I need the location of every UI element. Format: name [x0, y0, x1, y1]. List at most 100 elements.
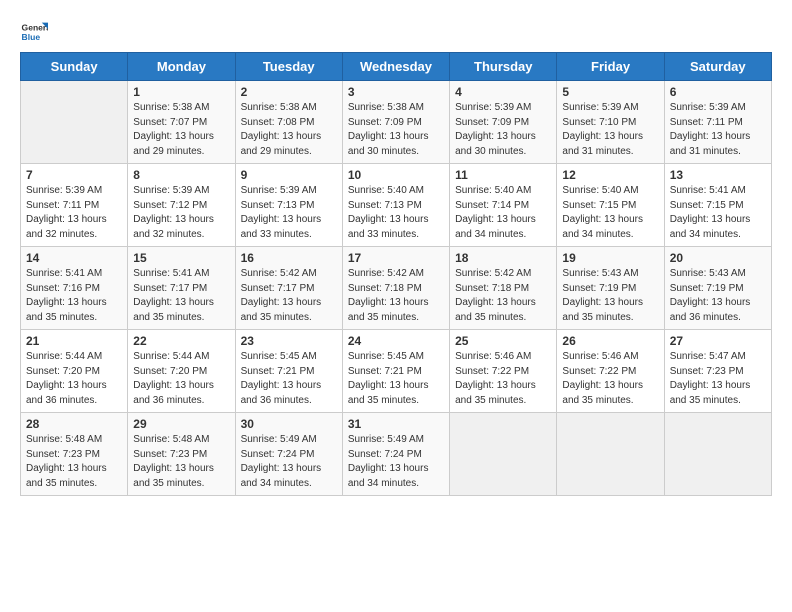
cell-info: Sunrise: 5:40 AMSunset: 7:15 PMDaylight:…	[562, 184, 658, 242]
day-cell: 28 Sunrise: 5:48 AMSunset: 7:23 PMDayligh…	[21, 413, 128, 496]
day-cell: 3 Sunrise: 5:38 AMSunset: 7:09 PMDaylight…	[342, 81, 449, 164]
day-number: 11	[455, 168, 551, 182]
day-cell: 23 Sunrise: 5:45 AMSunset: 7:21 PMDayligh…	[235, 330, 342, 413]
day-number: 3	[348, 85, 444, 99]
day-cell: 8 Sunrise: 5:39 AMSunset: 7:12 PMDaylight…	[128, 164, 235, 247]
day-cell	[450, 413, 557, 496]
cell-info: Sunrise: 5:39 AMSunset: 7:11 PMDaylight:…	[670, 101, 766, 159]
day-cell: 14Sunrise: 5:41 AMSunset: 7:16 PMDayligh…	[21, 247, 128, 330]
day-number: 17	[348, 251, 444, 265]
day-header-wednesday: Wednesday	[342, 53, 449, 81]
day-header-saturday: Saturday	[664, 53, 771, 81]
day-cell: 19Sunrise: 5:43 AMSunset: 7:19 PMDayligh…	[557, 247, 664, 330]
day-cell: 13 Sunrise: 5:41 AMSunset: 7:15 PMDayligh…	[664, 164, 771, 247]
day-cell: 20 Sunrise: 5:43 AMSunset: 7:19 PMDayligh…	[664, 247, 771, 330]
cell-info: Sunrise: 5:38 AMSunset: 7:08 PMDaylight:…	[241, 101, 337, 159]
day-number: 12	[562, 168, 658, 182]
day-number: 19	[562, 251, 658, 265]
cell-info: Sunrise: 5:49 AMSunset: 7:24 PMDaylight:…	[348, 433, 444, 491]
svg-text:Blue: Blue	[22, 32, 41, 42]
day-cell: 26Sunrise: 5:46 AMSunset: 7:22 PMDayligh…	[557, 330, 664, 413]
day-header-monday: Monday	[128, 53, 235, 81]
day-number: 20	[670, 251, 766, 265]
week-row-4: 21 Sunrise: 5:44 AMSunset: 7:20 PMDayligh…	[21, 330, 772, 413]
cell-info: Sunrise: 5:39 AMSunset: 7:13 PMDaylight:…	[241, 184, 337, 242]
day-number: 31	[348, 417, 444, 431]
cell-info: Sunrise: 5:39 AMSunset: 7:12 PMDaylight:…	[133, 184, 229, 242]
week-row-5: 28 Sunrise: 5:48 AMSunset: 7:23 PMDayligh…	[21, 413, 772, 496]
day-number: 10	[348, 168, 444, 182]
logo: General Blue	[20, 18, 50, 46]
cell-info: Sunrise: 5:49 AMSunset: 7:24 PMDaylight:…	[241, 433, 337, 491]
day-number: 21	[26, 334, 122, 348]
day-cell: 1Sunrise: 5:38 AMSunset: 7:07 PMDaylight…	[128, 81, 235, 164]
day-cell: 10Sunrise: 5:40 AMSunset: 7:13 PMDayligh…	[342, 164, 449, 247]
day-cell: 7 Sunrise: 5:39 AMSunset: 7:11 PMDaylight…	[21, 164, 128, 247]
header: General Blue	[20, 10, 772, 46]
day-cell: 17 Sunrise: 5:42 AMSunset: 7:18 PMDayligh…	[342, 247, 449, 330]
day-number: 24	[348, 334, 444, 348]
cell-info: Sunrise: 5:38 AMSunset: 7:09 PMDaylight:…	[348, 101, 444, 159]
day-number: 16	[241, 251, 337, 265]
cell-info: Sunrise: 5:44 AMSunset: 7:20 PMDaylight:…	[133, 350, 229, 408]
cell-info: Sunrise: 5:44 AMSunset: 7:20 PMDaylight:…	[26, 350, 122, 408]
day-header-friday: Friday	[557, 53, 664, 81]
cell-info: Sunrise: 5:41 AMSunset: 7:16 PMDaylight:…	[26, 267, 122, 325]
day-cell	[557, 413, 664, 496]
day-cell: 22 Sunrise: 5:44 AMSunset: 7:20 PMDayligh…	[128, 330, 235, 413]
cell-info: Sunrise: 5:46 AMSunset: 7:22 PMDaylight:…	[455, 350, 551, 408]
day-number: 22	[133, 334, 229, 348]
day-cell: 11Sunrise: 5:40 AMSunset: 7:14 PMDayligh…	[450, 164, 557, 247]
day-number: 23	[241, 334, 337, 348]
cell-info: Sunrise: 5:47 AMSunset: 7:23 PMDaylight:…	[670, 350, 766, 408]
day-cell: 9 Sunrise: 5:39 AMSunset: 7:13 PMDaylight…	[235, 164, 342, 247]
day-cell: 2 Sunrise: 5:38 AMSunset: 7:08 PMDaylight…	[235, 81, 342, 164]
day-number: 9	[241, 168, 337, 182]
day-number: 29	[133, 417, 229, 431]
day-cell: 15Sunrise: 5:41 AMSunset: 7:17 PMDayligh…	[128, 247, 235, 330]
cell-info: Sunrise: 5:39 AMSunset: 7:10 PMDaylight:…	[562, 101, 658, 159]
cell-info: Sunrise: 5:41 AMSunset: 7:15 PMDaylight:…	[670, 184, 766, 242]
cell-info: Sunrise: 5:46 AMSunset: 7:22 PMDaylight:…	[562, 350, 658, 408]
cell-info: Sunrise: 5:42 AMSunset: 7:18 PMDaylight:…	[348, 267, 444, 325]
day-cell: 18Sunrise: 5:42 AMSunset: 7:18 PMDayligh…	[450, 247, 557, 330]
calendar-body: 1Sunrise: 5:38 AMSunset: 7:07 PMDaylight…	[21, 81, 772, 496]
day-cell	[21, 81, 128, 164]
cell-info: Sunrise: 5:42 AMSunset: 7:18 PMDaylight:…	[455, 267, 551, 325]
cell-info: Sunrise: 5:42 AMSunset: 7:17 PMDaylight:…	[241, 267, 337, 325]
calendar-table: SundayMondayTuesdayWednesdayThursdayFrid…	[20, 52, 772, 496]
day-number: 7	[26, 168, 122, 182]
day-header-tuesday: Tuesday	[235, 53, 342, 81]
cell-info: Sunrise: 5:45 AMSunset: 7:21 PMDaylight:…	[348, 350, 444, 408]
day-number: 2	[241, 85, 337, 99]
day-number: 28	[26, 417, 122, 431]
day-number: 15	[133, 251, 229, 265]
cell-info: Sunrise: 5:39 AMSunset: 7:09 PMDaylight:…	[455, 101, 551, 159]
day-number: 4	[455, 85, 551, 99]
week-row-2: 7 Sunrise: 5:39 AMSunset: 7:11 PMDaylight…	[21, 164, 772, 247]
day-cell: 25 Sunrise: 5:46 AMSunset: 7:22 PMDayligh…	[450, 330, 557, 413]
day-number: 13	[670, 168, 766, 182]
day-number: 30	[241, 417, 337, 431]
day-number: 8	[133, 168, 229, 182]
cell-info: Sunrise: 5:43 AMSunset: 7:19 PMDaylight:…	[670, 267, 766, 325]
day-number: 25	[455, 334, 551, 348]
day-cell: 16 Sunrise: 5:42 AMSunset: 7:17 PMDayligh…	[235, 247, 342, 330]
day-cell: 30 Sunrise: 5:49 AMSunset: 7:24 PMDayligh…	[235, 413, 342, 496]
day-cell: 27 Sunrise: 5:47 AMSunset: 7:23 PMDayligh…	[664, 330, 771, 413]
day-cell: 31 Sunrise: 5:49 AMSunset: 7:24 PMDayligh…	[342, 413, 449, 496]
cell-info: Sunrise: 5:39 AMSunset: 7:11 PMDaylight:…	[26, 184, 122, 242]
day-cell: 21 Sunrise: 5:44 AMSunset: 7:20 PMDayligh…	[21, 330, 128, 413]
day-number: 1	[133, 85, 229, 99]
day-cell: 5Sunrise: 5:39 AMSunset: 7:10 PMDaylight…	[557, 81, 664, 164]
day-cell: 24 Sunrise: 5:45 AMSunset: 7:21 PMDayligh…	[342, 330, 449, 413]
cell-info: Sunrise: 5:48 AMSunset: 7:23 PMDaylight:…	[26, 433, 122, 491]
cell-info: Sunrise: 5:45 AMSunset: 7:21 PMDaylight:…	[241, 350, 337, 408]
week-row-1: 1Sunrise: 5:38 AMSunset: 7:07 PMDaylight…	[21, 81, 772, 164]
day-header-thursday: Thursday	[450, 53, 557, 81]
logo-icon: General Blue	[20, 18, 48, 46]
cell-info: Sunrise: 5:48 AMSunset: 7:23 PMDaylight:…	[133, 433, 229, 491]
day-cell: 6Sunrise: 5:39 AMSunset: 7:11 PMDaylight…	[664, 81, 771, 164]
day-number: 27	[670, 334, 766, 348]
day-cell: 4 Sunrise: 5:39 AMSunset: 7:09 PMDaylight…	[450, 81, 557, 164]
